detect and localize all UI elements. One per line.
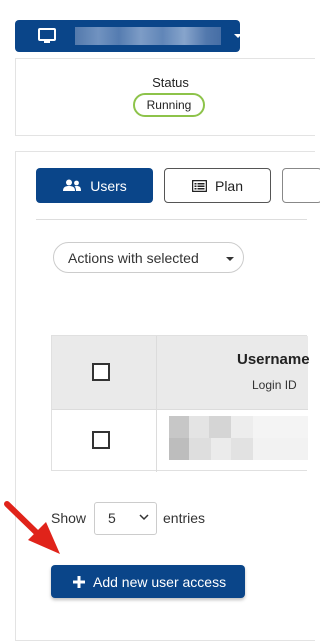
server-selector-button[interactable] <box>15 20 242 52</box>
server-name-redacted <box>75 27 221 45</box>
chevron-down-icon <box>234 34 242 38</box>
table-header <box>52 336 308 409</box>
tab-users-label: Users <box>90 177 127 194</box>
actions-with-selected-dropdown[interactable]: Actions with selected <box>53 242 244 273</box>
status-badge: Running <box>133 93 205 117</box>
status-label: Status <box>152 75 189 90</box>
users-icon <box>63 179 82 191</box>
row-checkbox[interactable] <box>92 431 110 449</box>
add-button-label: Add new user access <box>93 573 227 590</box>
users-table: Username Login ID <box>51 335 310 472</box>
tab-plan[interactable]: Plan <box>164 168 271 203</box>
select-all-checkbox[interactable] <box>92 363 110 381</box>
monitor-icon <box>38 28 56 43</box>
list-icon <box>191 179 207 192</box>
chevron-down-icon <box>139 514 149 521</box>
column-divider <box>156 336 157 472</box>
column-header-username[interactable]: Username <box>237 351 310 368</box>
row-divider <box>52 409 308 410</box>
tab-overflow[interactable] <box>282 168 320 203</box>
tabs-divider <box>36 219 307 220</box>
chevron-down-icon <box>226 257 234 261</box>
page-size-select[interactable]: 5 <box>94 502 157 535</box>
username-cell-redacted <box>169 416 308 460</box>
tab-plan-label: Plan <box>214 177 244 194</box>
pointer-arrow-icon <box>4 501 60 554</box>
plus-icon <box>73 575 85 588</box>
page-size-value: 5 <box>108 510 116 526</box>
actions-label: Actions with selected <box>68 249 199 266</box>
column-subheader-login-id: Login ID <box>252 378 297 392</box>
add-new-user-access-button[interactable]: Add new user access <box>51 565 245 598</box>
entries-label: entries <box>163 510 206 526</box>
tab-users[interactable]: Users <box>36 168 153 203</box>
